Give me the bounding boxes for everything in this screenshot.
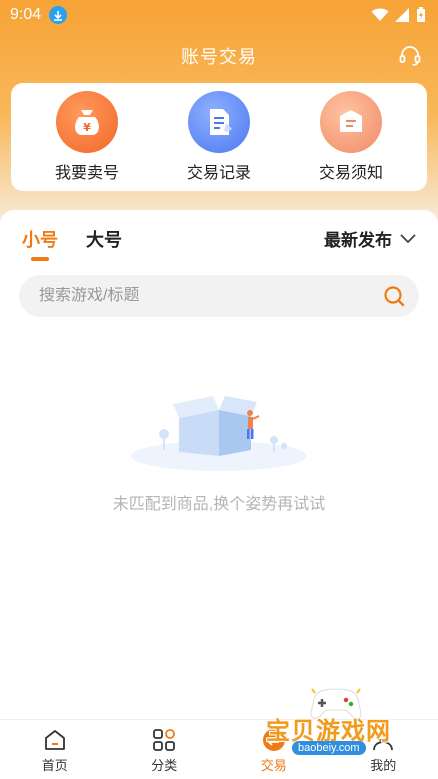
notice-box-icon	[320, 91, 382, 153]
svg-text:¥: ¥	[83, 121, 91, 134]
search-input[interactable]	[39, 287, 383, 305]
money-bag-icon: ¥	[56, 91, 118, 153]
nav-profile[interactable]: 我的	[343, 726, 423, 774]
status-bar: 9:04	[0, 0, 438, 30]
empty-state-message: 未匹配到商品,换个姿势再试试	[112, 496, 326, 513]
wifi-icon	[371, 8, 389, 21]
tab-small-account[interactable]: 小号	[22, 226, 58, 261]
sort-dropdown[interactable]: 最新发布	[324, 226, 416, 251]
nav-profile-label: 我的	[370, 758, 397, 773]
listing-panel: 小号 大号 最新发布 未匹配到商品,换个姿势再试试	[0, 210, 438, 722]
nav-category-label: 分类	[151, 758, 178, 773]
search-icon[interactable]	[383, 285, 405, 307]
empty-box-illustration	[131, 396, 307, 471]
bottom-nav: 首页 分类 交易 我的	[0, 719, 438, 779]
quick-actions-card: ¥ 我要卖号 交易记录 交易须知	[11, 83, 427, 191]
title-bar: 账号交易	[0, 38, 438, 74]
trade-notice-button[interactable]: 交易须知	[296, 91, 406, 183]
nav-home[interactable]: 首页	[15, 726, 95, 774]
sell-account-button[interactable]: ¥ 我要卖号	[32, 91, 142, 183]
download-icon	[49, 6, 68, 24]
nav-category[interactable]: 分类	[124, 726, 204, 774]
user-icon	[369, 726, 397, 754]
nav-trade[interactable]: 交易	[234, 726, 314, 774]
search-bar	[19, 275, 419, 317]
headset-icon[interactable]	[398, 44, 422, 68]
signal-icon	[395, 8, 409, 22]
document-edit-icon	[188, 91, 250, 153]
trade-records-button[interactable]: 交易记录	[164, 91, 274, 183]
chevron-down-icon	[400, 233, 416, 243]
trade-icon	[260, 726, 288, 754]
account-size-tabs: 小号 大号	[22, 226, 122, 261]
home-icon	[41, 726, 69, 754]
battery-icon	[417, 7, 425, 22]
sort-label: 最新发布	[324, 231, 392, 250]
page-title: 账号交易	[181, 47, 257, 67]
nav-home-label: 首页	[41, 758, 68, 773]
trade-records-label: 交易记录	[186, 165, 251, 182]
tab-large-account[interactable]: 大号	[86, 226, 122, 252]
sell-account-label: 我要卖号	[54, 165, 119, 182]
status-time: 9:04	[10, 6, 42, 23]
trade-notice-label: 交易须知	[318, 165, 383, 182]
nav-trade-label: 交易	[260, 758, 287, 773]
category-icon	[150, 726, 178, 754]
